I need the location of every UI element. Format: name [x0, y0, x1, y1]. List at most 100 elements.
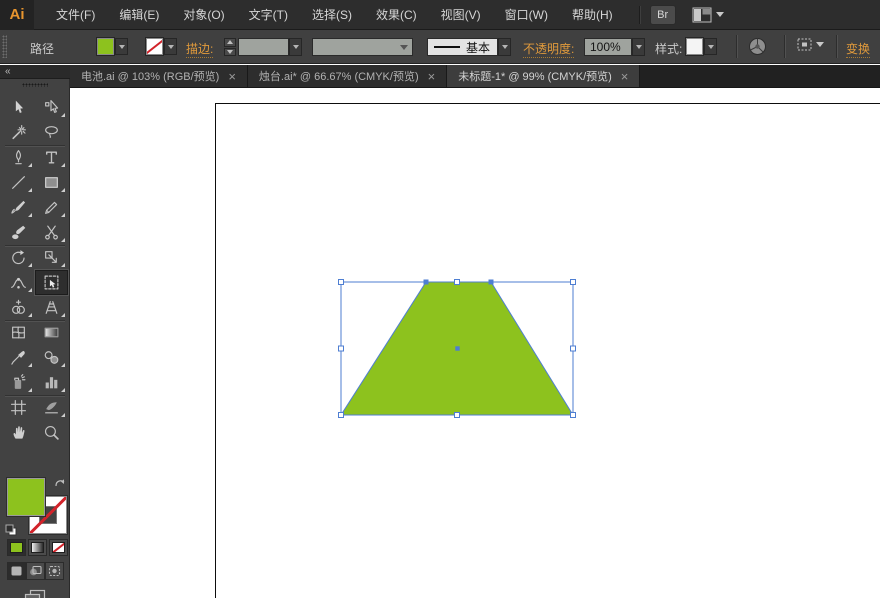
column-graph-tool[interactable]	[35, 370, 68, 395]
stroke-weight-input[interactable]	[238, 38, 289, 56]
draw-normal-button[interactable]	[7, 562, 26, 580]
menu-object[interactable]: 对象(O)	[171, 0, 236, 30]
tab-document-1[interactable]: 电池.ai @ 103% (RGB/预览) ×	[70, 65, 248, 87]
shape-builder-tool[interactable]	[2, 295, 35, 320]
align-options-caret-icon	[816, 42, 824, 47]
shape-center-point[interactable]	[455, 346, 459, 350]
workspace-switcher-button[interactable]	[692, 7, 724, 23]
anchor-top-left[interactable]	[424, 280, 429, 285]
menu-file[interactable]: 文件(F)	[44, 0, 107, 30]
handle-middle-left[interactable]	[339, 346, 344, 351]
scale-tool[interactable]	[35, 245, 68, 270]
menu-select[interactable]: 选择(S)	[300, 0, 364, 30]
opacity-input[interactable]: 100%	[584, 38, 632, 56]
stepper-up-icon[interactable]	[224, 38, 236, 47]
tab-document-3-active[interactable]: 未标题-1* @ 99% (CMYK/预览) ×	[447, 65, 640, 87]
type-tool[interactable]	[35, 145, 68, 170]
swap-fill-stroke-icon[interactable]	[53, 476, 67, 490]
rotate-tool[interactable]	[2, 245, 35, 270]
stroke-color-swatch[interactable]	[146, 38, 163, 55]
zoom-tool[interactable]	[35, 420, 68, 445]
free-transform-tool[interactable]	[35, 270, 68, 295]
tools-panel-gripper[interactable]	[22, 83, 48, 87]
fill-swatch[interactable]	[7, 478, 45, 516]
color-button[interactable]	[7, 539, 26, 556]
stroke-weight-stepper[interactable]	[224, 38, 236, 56]
slice-tool[interactable]	[35, 395, 68, 420]
handle-top-right[interactable]	[571, 280, 576, 285]
toolbar-collapse-button[interactable]: «	[0, 65, 70, 79]
menu-edit[interactable]: 编辑(E)	[107, 0, 171, 30]
fill-color-dropdown[interactable]	[115, 38, 128, 55]
menu-effect[interactable]: 效果(C)	[364, 0, 429, 30]
magic-wand-tool[interactable]	[2, 120, 35, 145]
tool-group-separator	[5, 395, 65, 396]
line-segment-tool[interactable]	[2, 170, 35, 195]
menu-window[interactable]: 窗口(W)	[493, 0, 560, 30]
default-fill-stroke-icon[interactable]	[5, 524, 17, 536]
pencil-tool[interactable]	[35, 195, 68, 220]
width-profile-dropdown[interactable]	[312, 38, 413, 56]
handle-bottom-center[interactable]	[455, 413, 460, 418]
tab-title: 电池.ai @ 103% (RGB/预览)	[81, 68, 219, 84]
pen-tool[interactable]	[2, 145, 35, 170]
width-profile-caret-icon	[400, 45, 408, 50]
paintbrush-tool[interactable]	[2, 195, 35, 220]
tab-close-icon[interactable]: ×	[228, 70, 236, 83]
opacity-dropdown[interactable]	[632, 38, 645, 56]
direct-selection-tool[interactable]	[35, 95, 68, 120]
handle-bottom-left[interactable]	[339, 413, 344, 418]
menu-type[interactable]: 文字(T)	[237, 0, 300, 30]
hand-tool[interactable]	[2, 420, 35, 445]
handle-top-left[interactable]	[339, 280, 344, 285]
control-bar-gripper[interactable]	[2, 35, 7, 58]
graphic-style-dropdown[interactable]	[704, 38, 717, 55]
tab-close-icon[interactable]: ×	[621, 70, 629, 83]
anchor-top-right[interactable]	[489, 280, 494, 285]
perspective-grid-tool[interactable]	[35, 295, 68, 320]
bridge-button[interactable]: Br	[650, 5, 676, 25]
control-separator	[836, 35, 837, 58]
symbol-sprayer-tool[interactable]	[2, 370, 35, 395]
workspace-caret-icon	[716, 12, 724, 17]
graphic-style-swatch[interactable]	[686, 38, 703, 55]
draw-behind-button[interactable]	[26, 562, 45, 580]
tab-document-2[interactable]: 烛台.ai* @ 66.67% (CMYK/预览) ×	[248, 65, 447, 87]
eyedropper-tool[interactable]	[2, 345, 35, 370]
rectangle-tool[interactable]	[35, 170, 68, 195]
menu-help[interactable]: 帮助(H)	[560, 0, 625, 30]
recolor-artwork-button[interactable]	[748, 37, 767, 56]
gradient-button[interactable]	[28, 539, 47, 556]
gradient-tool[interactable]	[35, 320, 68, 345]
none-button[interactable]	[49, 539, 68, 556]
selection-tool[interactable]	[2, 95, 35, 120]
handle-top-center[interactable]	[455, 280, 460, 285]
transform-panel-link[interactable]: 变换	[846, 40, 870, 58]
blob-brush-tool[interactable]	[2, 220, 35, 245]
handle-bottom-right[interactable]	[571, 413, 576, 418]
menu-view[interactable]: 视图(V)	[429, 0, 493, 30]
blend-tool[interactable]	[35, 345, 68, 370]
width-tool[interactable]	[2, 270, 35, 295]
tools-panel	[0, 79, 70, 598]
align-options-button[interactable]	[796, 37, 824, 52]
tab-close-icon[interactable]: ×	[428, 70, 436, 83]
draw-inside-button[interactable]	[45, 562, 64, 580]
handle-middle-right[interactable]	[571, 346, 576, 351]
fill-color-swatch[interactable]	[97, 38, 114, 55]
document-canvas[interactable]	[71, 88, 880, 598]
stroke-color-dropdown[interactable]	[164, 38, 177, 55]
opacity-panel-link[interactable]: 不透明度:	[523, 40, 574, 58]
brush-definition-dropdown[interactable]: 基本	[427, 38, 498, 56]
artboard-tool[interactable]	[2, 395, 35, 420]
change-screen-mode-button[interactable]	[22, 587, 48, 598]
stepper-down-icon[interactable]	[224, 48, 236, 57]
scissors-tool[interactable]	[35, 220, 68, 245]
control-separator	[784, 35, 785, 58]
stroke-weight-dropdown[interactable]	[289, 38, 302, 56]
stroke-panel-link[interactable]: 描边:	[186, 40, 213, 58]
brush-definition-caret[interactable]	[498, 38, 511, 56]
mesh-tool[interactable]	[2, 320, 35, 345]
lasso-tool[interactable]	[35, 120, 68, 145]
control-bar: 路径 描边: 基本 不透明度: 100% 样式:	[0, 30, 880, 64]
